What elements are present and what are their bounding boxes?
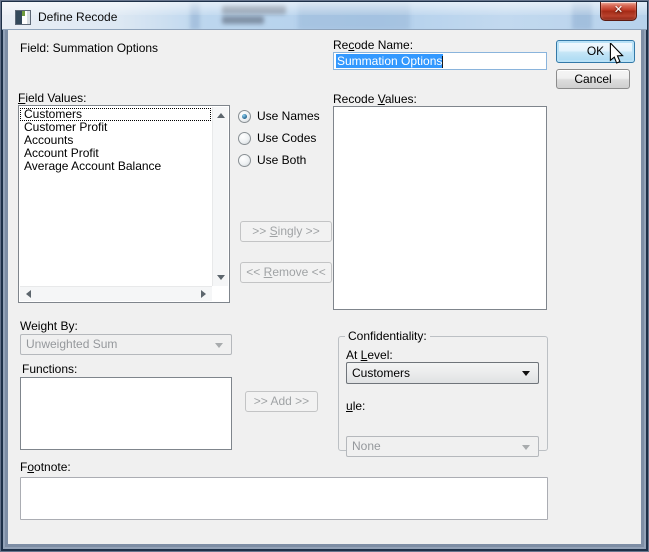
app-icon: [15, 10, 31, 25]
confidentiality-group: Confidentiality: At Level: Customers uRl…: [338, 336, 548, 451]
scroll-up-icon[interactable]: [217, 113, 225, 118]
field-values-listbox[interactable]: Customers Customer Profit Accounts Accou…: [18, 105, 230, 303]
text-caret: [442, 56, 443, 68]
cancel-button[interactable]: Cancel: [556, 69, 630, 89]
radio-label: Use Names: [257, 109, 320, 123]
background-blur-text: [222, 16, 264, 24]
recode-name-label: Recode Name:: [333, 38, 413, 52]
field-label: Field: Summation Options: [20, 41, 158, 55]
radio-button-icon: [238, 110, 251, 123]
add-button[interactable]: >> Add >>: [245, 391, 318, 412]
at-level-label: At Level:: [346, 348, 393, 362]
horizontal-scrollbar[interactable]: [20, 286, 212, 301]
weight-by-dropdown[interactable]: Unweighted Sum: [20, 334, 232, 355]
scroll-right-icon[interactable]: [201, 290, 206, 298]
radio-use-both[interactable]: Use Both: [238, 153, 306, 167]
define-recode-dialog: Define Recode ✕ Field: Summation Options…: [0, 0, 649, 552]
scroll-down-icon[interactable]: [217, 275, 225, 280]
functions-label: Functions:: [22, 362, 77, 376]
rule-label: uRle:: [346, 399, 365, 413]
recode-values-listbox[interactable]: [333, 106, 547, 310]
recode-values-label: Recode Values:: [333, 92, 417, 106]
remove-button[interactable]: << Remove <<: [240, 262, 332, 283]
window-title: Define Recode: [38, 10, 117, 24]
recode-name-input[interactable]: Summation Options: [333, 52, 547, 70]
chevron-down-icon: [215, 343, 223, 348]
rule-dropdown[interactable]: None: [346, 436, 539, 457]
mouse-cursor: [609, 43, 624, 65]
confidentiality-legend: Confidentiality:: [345, 329, 430, 343]
footnote-input[interactable]: [20, 477, 548, 520]
scroll-left-icon[interactable]: [26, 290, 31, 298]
singly-button[interactable]: >> Singly >>: [240, 221, 332, 242]
close-button[interactable]: ✕: [600, 2, 637, 21]
radio-use-codes[interactable]: Use Codes: [238, 131, 316, 145]
vertical-scrollbar[interactable]: [212, 107, 228, 286]
at-level-dropdown[interactable]: Customers: [346, 362, 539, 384]
radio-use-names[interactable]: Use Names: [238, 109, 320, 123]
functions-listbox[interactable]: [20, 377, 232, 450]
list-item[interactable]: Average Account Balance: [20, 160, 211, 173]
field-values-label: Field Values:: [18, 91, 87, 105]
radio-button-icon: [238, 132, 251, 145]
chevron-down-icon: [522, 371, 530, 376]
weight-by-label: Weight By:: [20, 319, 78, 333]
close-icon: ✕: [614, 4, 623, 16]
chevron-down-icon: [522, 445, 530, 450]
title-bar[interactable]: Define Recode: [2, 2, 647, 30]
radio-button-icon: [238, 154, 251, 167]
radio-label: Use Codes: [257, 131, 316, 145]
radio-label: Use Both: [257, 153, 306, 167]
footnote-label: Footnote:: [20, 460, 71, 474]
